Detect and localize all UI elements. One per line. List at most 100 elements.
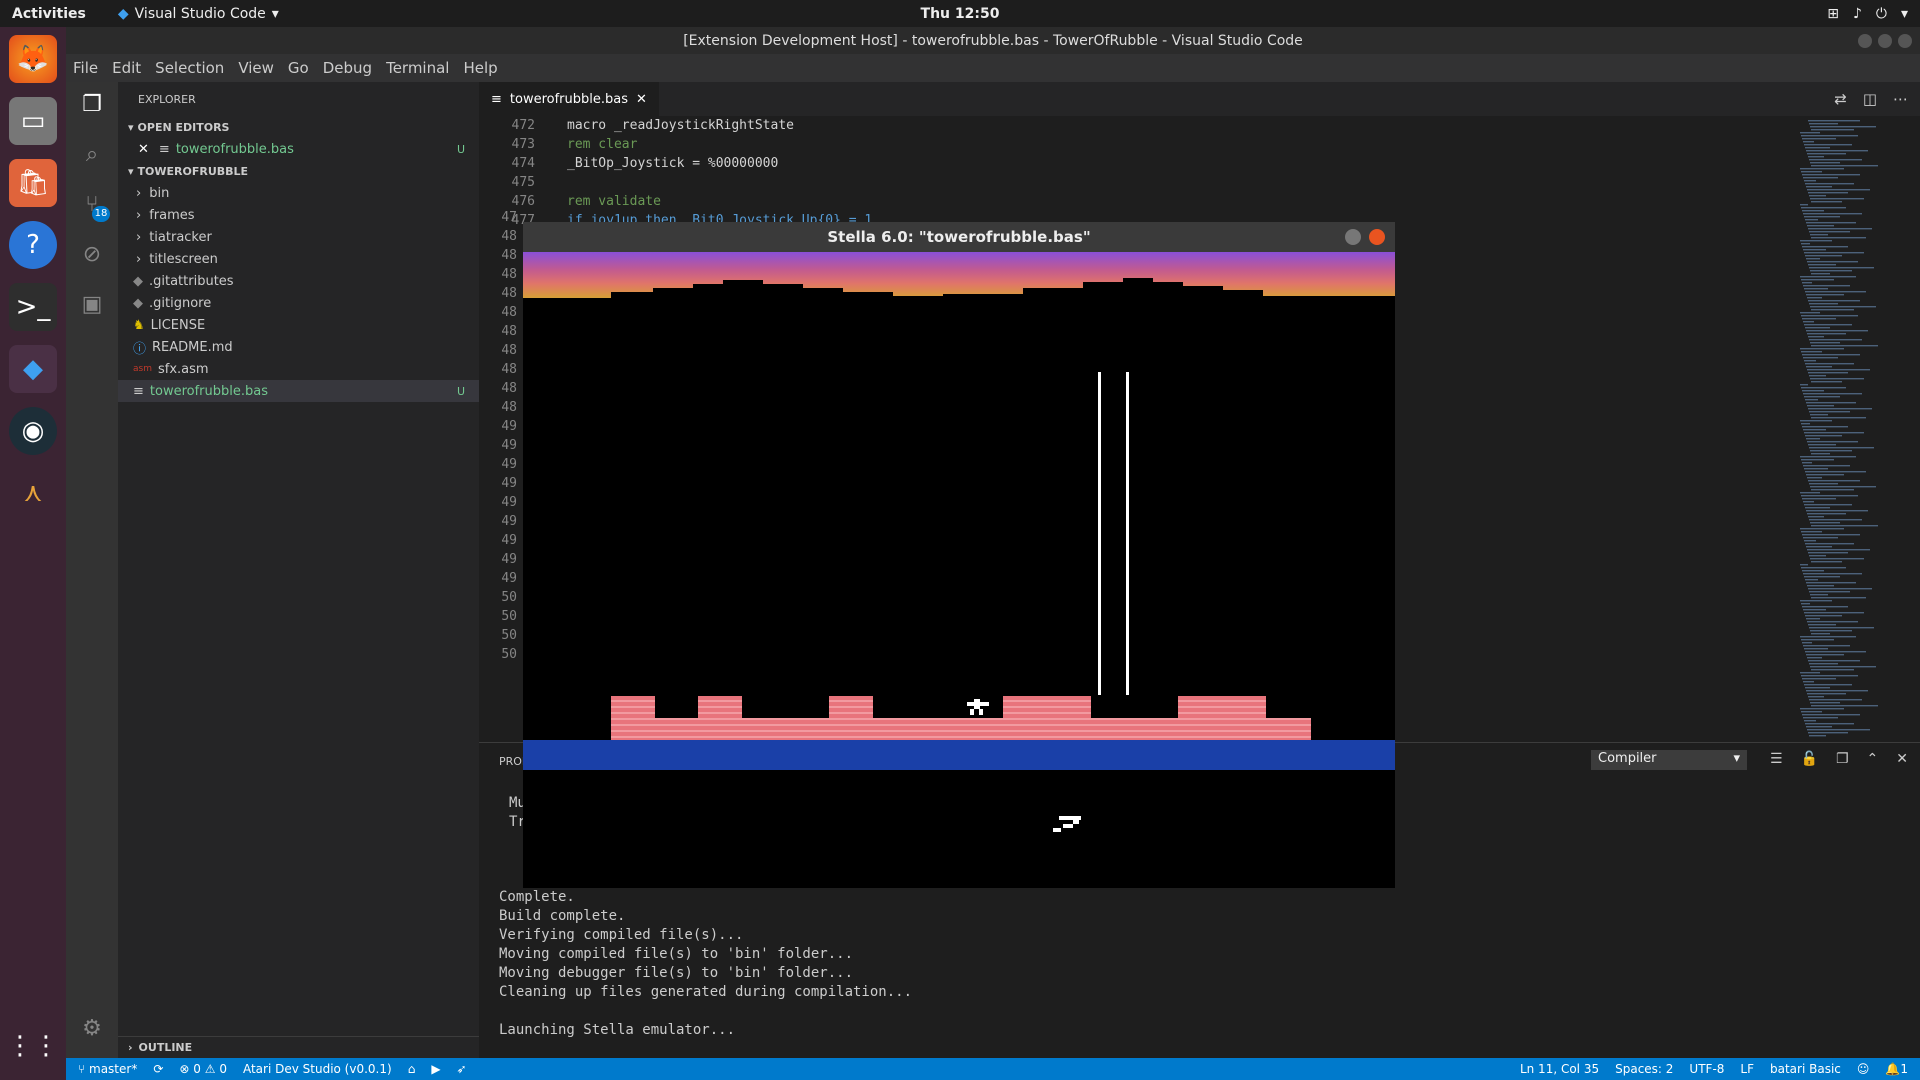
line-number: 49 (501, 476, 517, 491)
menu-terminal[interactable]: Terminal (379, 59, 456, 77)
editor-tab[interactable]: ≡ towerofrubble.bas ✕ (479, 82, 659, 116)
notifications[interactable]: 🔔1 (1885, 1062, 1908, 1076)
file-label: README.md (152, 339, 233, 355)
eol[interactable]: LF (1740, 1062, 1754, 1076)
help-icon[interactable]: ? (9, 221, 57, 269)
debug-icon[interactable]: ⊘ (76, 238, 108, 270)
code-line[interactable]: rem clear (567, 135, 637, 154)
launcher-dock: 🦊 ▭ 🛍 ? >_ ◆ ◉ ⋏ ⋮⋮ (0, 27, 66, 1080)
software-center-icon[interactable]: 🛍 (9, 159, 57, 207)
sync-icon[interactable]: ⟳ (153, 1062, 163, 1076)
outline-header[interactable]: › OUTLINE (118, 1036, 479, 1058)
stella-icon[interactable]: ⋏ (9, 469, 57, 517)
stella-close-button[interactable] (1369, 229, 1385, 245)
menu-help[interactable]: Help (456, 59, 504, 77)
close-button[interactable] (1898, 33, 1912, 48)
vscode-dock-icon[interactable]: ◆ (9, 345, 57, 393)
rocket-icon[interactable]: ➶ (457, 1062, 467, 1076)
license-icon: ♞ (133, 317, 145, 333)
player-sprite (967, 699, 989, 715)
tower-rope-right (1126, 372, 1129, 695)
problems-status[interactable]: ⊗ 0 ⚠ 0 (179, 1062, 227, 1076)
close-icon[interactable]: ✕ (138, 142, 149, 157)
stella-minimize-button[interactable] (1345, 229, 1361, 245)
file-item[interactable]: ⓘ README.md (118, 336, 479, 358)
stella-window[interactable]: Stella 6.0: "towerofrubble.bas" (523, 222, 1395, 888)
file-item[interactable]: ♞ LICENSE (118, 314, 479, 336)
clock[interactable]: Thu 12:50 (921, 6, 1000, 22)
folder-item[interactable]: › bin (118, 182, 479, 204)
file-label: sfx.asm (157, 361, 209, 377)
compare-icon[interactable]: ⇄ (1834, 90, 1847, 108)
extensions-icon[interactable]: ▣ (76, 288, 108, 320)
sidebar-title: EXPLORER (138, 92, 196, 106)
terminal-icon[interactable]: >_ (9, 283, 57, 331)
feedback-icon[interactable]: ☺ (1857, 1062, 1870, 1076)
app-menu[interactable]: ◆ Visual Studio Code ▾ (118, 6, 279, 22)
file-item[interactable]: ◆ .gitignore (118, 292, 479, 314)
encoding[interactable]: UTF-8 (1689, 1062, 1724, 1076)
maximize-button[interactable] (1878, 33, 1892, 48)
language-mode[interactable]: batari Basic (1770, 1062, 1841, 1076)
gitkraken-icon[interactable]: ◉ (9, 407, 57, 455)
menu-edit[interactable]: Edit (105, 59, 148, 77)
minimize-button[interactable] (1858, 33, 1872, 48)
more-icon[interactable]: ⋯ (1893, 90, 1908, 108)
explorer-icon[interactable]: ❐ (76, 88, 108, 120)
open-editors-header[interactable]: ▾ OPEN EDITORS (118, 116, 479, 138)
menu-file[interactable]: File (66, 59, 105, 77)
rubble-block (698, 696, 742, 720)
close-icon[interactable]: ✕ (636, 92, 647, 107)
menu-go[interactable]: Go (281, 59, 316, 77)
rubble-block (1003, 696, 1091, 720)
minimap[interactable] (1796, 116, 1906, 742)
file-item-selected[interactable]: ≡ towerofrubble.bas U (118, 380, 479, 402)
home-icon[interactable]: ⌂ (408, 1062, 416, 1076)
game-screen[interactable] (523, 252, 1395, 888)
lock-icon[interactable]: 🔓 (1801, 751, 1818, 767)
stella-titlebar[interactable]: Stella 6.0: "towerofrubble.bas" (523, 222, 1395, 252)
chevron-right-icon: › (136, 251, 142, 267)
line-number: 49 (501, 571, 517, 586)
tab-label: towerofrubble.bas (509, 91, 628, 107)
file-item[interactable]: ◆ .gitattributes (118, 270, 479, 292)
extension-status[interactable]: Atari Dev Studio (v0.0.1) (243, 1062, 392, 1076)
split-editor-icon[interactable]: ◫ (1863, 90, 1877, 108)
folder-item[interactable]: › titlescreen (118, 248, 479, 270)
indentation[interactable]: Spaces: 2 (1615, 1062, 1673, 1076)
folder-item[interactable]: › tiatracker (118, 226, 479, 248)
clear-output-icon[interactable]: ☰ (1770, 751, 1783, 767)
menu-selection[interactable]: Selection (148, 59, 231, 77)
system-tray[interactable]: ⊞ ♪ ⏻ ▾ (1827, 6, 1908, 22)
branch-label: master* (89, 1062, 138, 1076)
open-editor-label: towerofrubble.bas (175, 141, 294, 157)
output-channel-select[interactable]: Compiler ▾ (1591, 750, 1747, 770)
close-icon[interactable]: ✕ (1896, 751, 1908, 767)
git-status-badge: U (456, 142, 465, 156)
code-line[interactable]: macro _readJoystickRightState (567, 116, 794, 135)
code-line[interactable]: _BitOp_Joystick = %00000000 (567, 154, 778, 173)
files-icon[interactable]: ▭ (9, 97, 57, 145)
code-line[interactable]: rem validate (567, 192, 661, 211)
system-top-bar: Activities ◆ Visual Studio Code ▾ Thu 12… (0, 0, 1920, 27)
search-icon[interactable]: ⌕ (76, 138, 108, 170)
copy-icon[interactable]: ❐ (1836, 751, 1849, 767)
line-number: 48 (501, 324, 517, 339)
menu-debug[interactable]: Debug (316, 59, 379, 77)
line-number: 48 (501, 381, 517, 396)
open-editor-item[interactable]: ✕ ≡ towerofrubble.bas U (118, 138, 479, 160)
activities-button[interactable]: Activities (0, 6, 98, 22)
folder-item[interactable]: › frames (118, 204, 479, 226)
gear-icon[interactable]: ⚙ (76, 1012, 108, 1044)
play-icon[interactable]: ▶ (431, 1062, 440, 1076)
file-item[interactable]: asm sfx.asm (118, 358, 479, 380)
output-line: Verifying compiled file(s)... (499, 927, 744, 943)
cursor-position[interactable]: Ln 11, Col 35 (1520, 1062, 1599, 1076)
chevron-up-icon[interactable]: ⌃ (1867, 751, 1879, 767)
show-applications-icon[interactable]: ⋮⋮ (7, 1022, 59, 1070)
git-status-badge: U (456, 384, 465, 398)
menu-view[interactable]: View (231, 59, 281, 77)
project-header[interactable]: ▾ TOWEROFRUBBLE (118, 160, 479, 182)
firefox-icon[interactable]: 🦊 (9, 35, 57, 83)
branch-status[interactable]: ⑂ master* (78, 1062, 137, 1076)
